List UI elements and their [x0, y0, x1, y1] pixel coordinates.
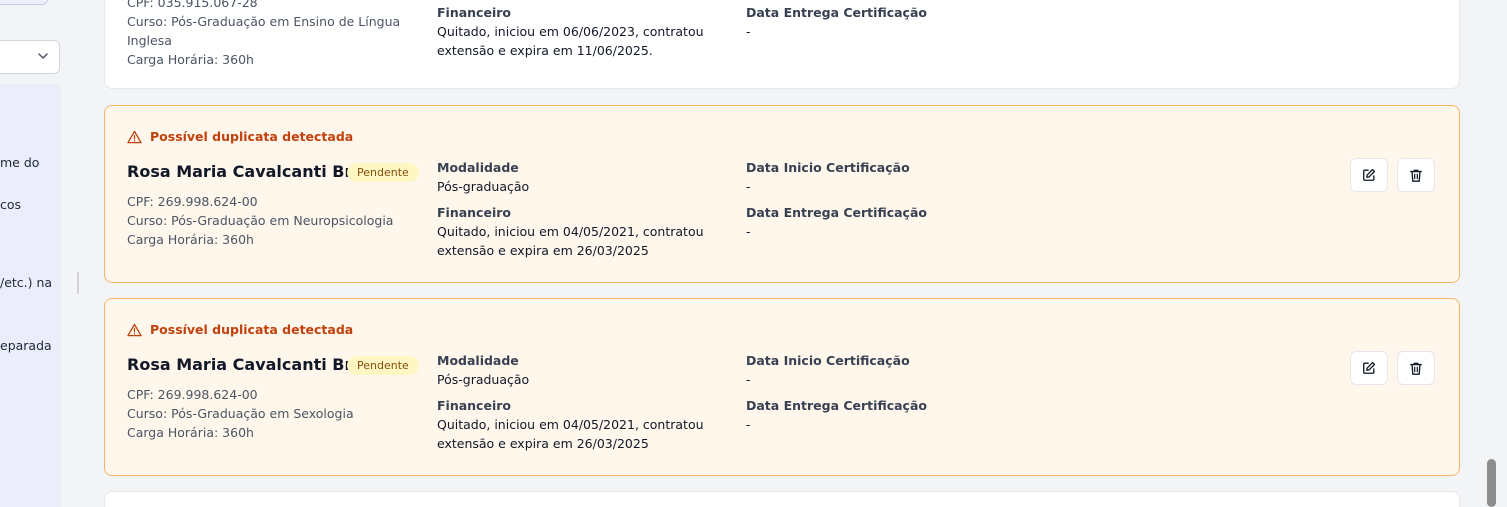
- student-card: CPF: 035.915.067-28 Curso: Pós-Graduação…: [104, 0, 1460, 89]
- financeiro-label: Financeiro: [437, 5, 511, 20]
- edit-button[interactable]: [1350, 158, 1388, 192]
- instruction-text: cos: [0, 197, 22, 212]
- entrega-label: Data Entrega Certificação: [746, 205, 927, 220]
- warning-triangle-icon: [127, 323, 142, 336]
- duplicate-student-card: Possível duplicata detectada Rosa Maria …: [104, 105, 1460, 283]
- duplicate-student-card: Possível duplicata detectada Rosa Maria …: [104, 298, 1460, 476]
- filter-sidebar: me do cos /etc.) na eparada: [0, 0, 62, 507]
- modalidade-value: Pós-graduação: [437, 179, 530, 194]
- financeiro-value-cont: extensão e expira em 26/03/2025: [437, 243, 649, 258]
- student-course-cont: Inglesa: [127, 33, 172, 48]
- inicio-label: Data Inicio Certificação: [746, 353, 910, 368]
- warning-triangle-icon: [127, 130, 142, 143]
- edit-icon: [1363, 361, 1376, 374]
- student-workload: Carga Horária: 360h: [127, 425, 254, 440]
- entrega-label: Data Entrega Certificação: [746, 5, 927, 20]
- financeiro-value: Quitado, iniciou em 04/05/2021, contrato…: [437, 417, 704, 432]
- entrega-label: Data Entrega Certificação: [746, 398, 927, 413]
- financeiro-value-cont: extensão e expira em 11/06/2025.: [437, 43, 653, 58]
- student-cpf: CPF: 269.998.624-00: [127, 387, 258, 402]
- entrega-value: -: [746, 417, 751, 432]
- duplicate-warning: Possível duplicata detectada: [127, 129, 353, 144]
- delete-button[interactable]: [1397, 158, 1435, 192]
- modalidade-value: Pós-graduação: [437, 372, 530, 387]
- instruction-text: me do: [0, 155, 40, 170]
- student-cpf: CPF: 269.998.624-00: [127, 194, 258, 209]
- trash-icon: [1410, 362, 1422, 375]
- edit-icon: [1363, 168, 1376, 181]
- entrega-value: -: [746, 24, 751, 39]
- scrollbar-thumb[interactable]: [1487, 459, 1496, 507]
- student-course: Curso: Pós-Graduação em Ensino de Língua: [127, 14, 401, 29]
- student-course: Curso: Pós-Graduação em Sexologia: [127, 406, 354, 421]
- duplicate-warning-text: Possível duplicata detectada: [150, 322, 354, 337]
- student-name: Rosa Maria Cavalcanti Brito: [127, 162, 377, 181]
- student-workload: Carga Horária: 360h: [127, 232, 254, 247]
- modalidade-label: Modalidade: [437, 353, 519, 368]
- edit-button[interactable]: [1350, 351, 1388, 385]
- instructions-panel: me do cos /etc.) na eparada: [0, 84, 61, 507]
- student-name: Rosa Maria Cavalcanti Brito: [127, 355, 377, 374]
- instruction-text: /etc.) na: [0, 275, 53, 290]
- modalidade-label: Modalidade: [437, 160, 519, 175]
- sidebar-button[interactable]: [0, 0, 48, 5]
- delete-button[interactable]: [1397, 351, 1435, 385]
- inicio-value: -: [746, 179, 751, 194]
- financeiro-value-cont: extensão e expira em 26/03/2025: [437, 436, 649, 451]
- inicio-label: Data Inicio Certificação: [746, 160, 910, 175]
- financeiro-label: Financeiro: [437, 205, 511, 220]
- resize-handle[interactable]: [77, 272, 79, 294]
- student-cpf: CPF: 035.915.067-28: [127, 0, 258, 10]
- financeiro-value: Quitado, iniciou em 06/06/2023, contrato…: [437, 24, 704, 39]
- financeiro-label: Financeiro: [437, 398, 511, 413]
- status-badge: Pendente: [347, 356, 419, 375]
- student-workload: Carga Horária: 360h: [127, 52, 254, 67]
- status-badge: Pendente: [347, 163, 419, 182]
- filter-select[interactable]: [0, 40, 60, 74]
- student-course: Curso: Pós-Graduação em Neuropsicologia: [127, 213, 394, 228]
- student-card: [104, 491, 1460, 507]
- entrega-value: -: [746, 224, 751, 239]
- chevron-down-icon: [38, 53, 48, 59]
- inicio-value: -: [746, 372, 751, 387]
- duplicate-warning-text: Possível duplicata detectada: [150, 129, 354, 144]
- trash-icon: [1410, 169, 1422, 182]
- duplicate-warning: Possível duplicata detectada: [127, 322, 353, 337]
- instruction-text: eparada: [0, 338, 52, 353]
- financeiro-value: Quitado, iniciou em 04/05/2021, contrato…: [437, 224, 704, 239]
